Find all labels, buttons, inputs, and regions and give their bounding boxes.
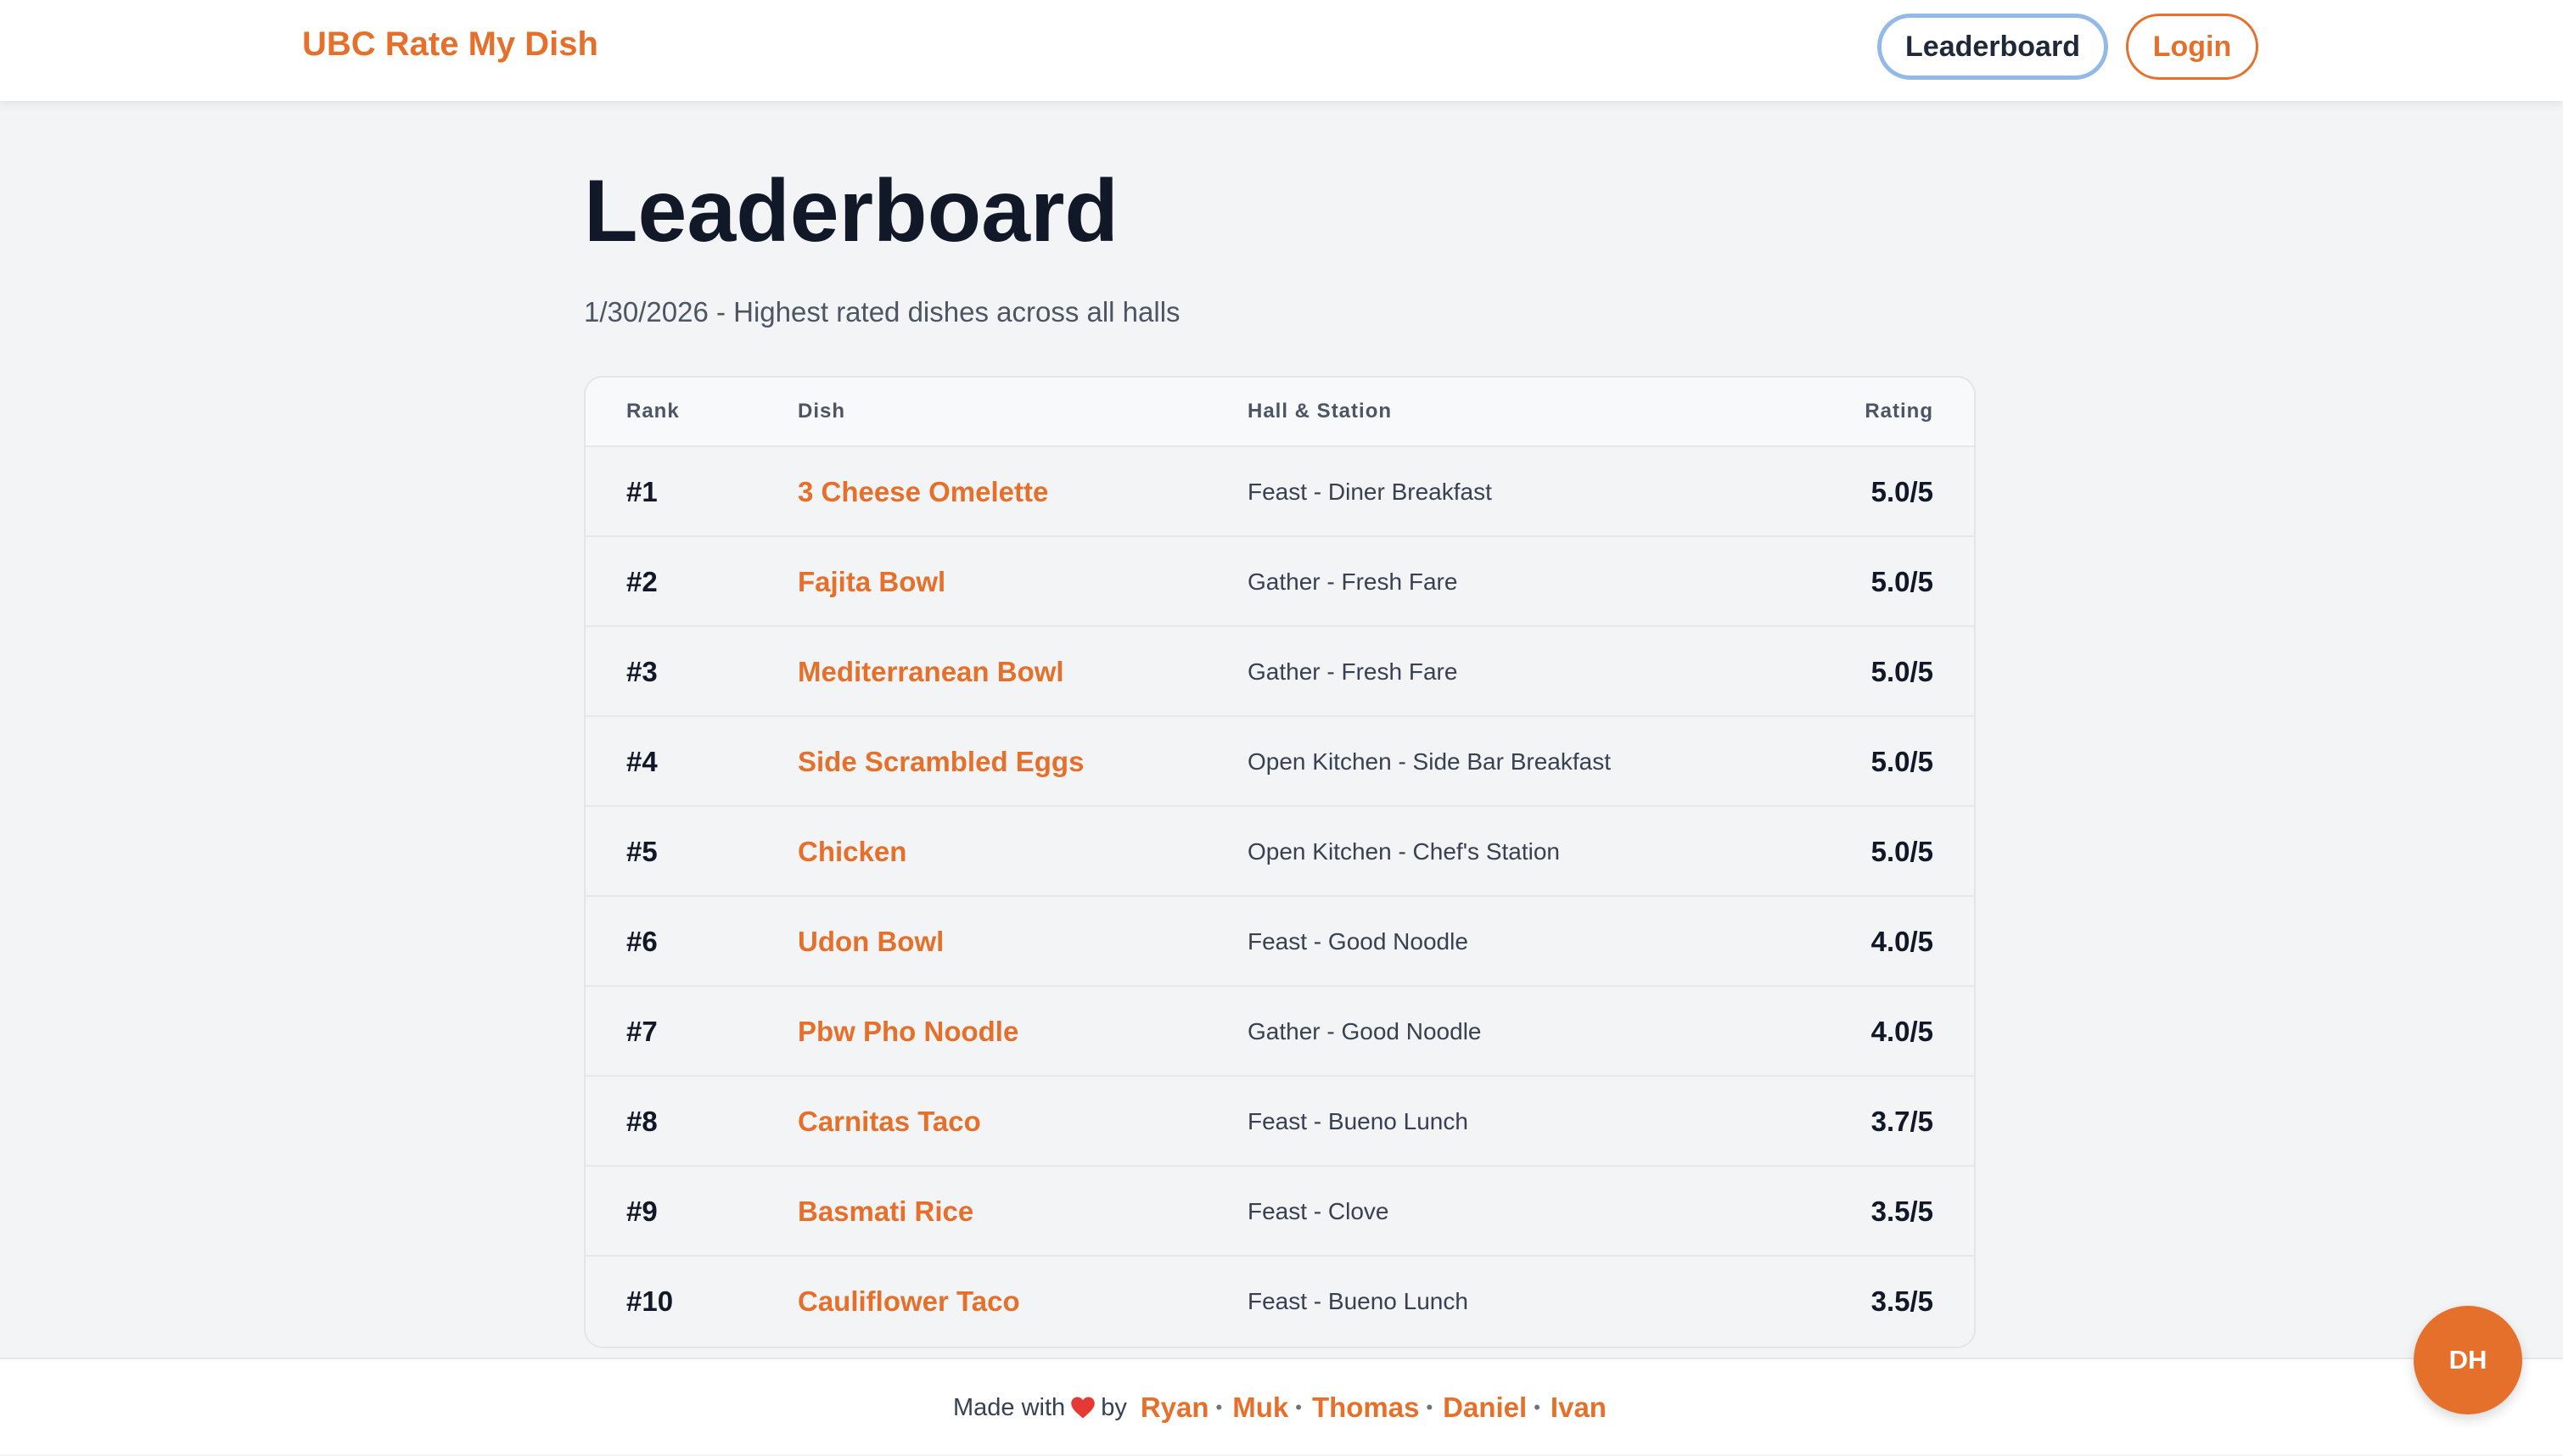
navbar: UBC Rate My Dish Leaderboard Login (0, 0, 2563, 101)
rank-cell: #7 (626, 1016, 658, 1047)
table-row[interactable]: #8 Carnitas Taco Feast - Bueno Lunch 3.7… (586, 1077, 1974, 1167)
rating-cell: 5.0/5 (1870, 656, 1933, 687)
rank-cell: #3 (626, 656, 658, 687)
hall-station-cell: Gather - Fresh Fare (1248, 568, 1458, 595)
hall-station-cell: Open Kitchen - Side Bar Breakfast (1248, 748, 1611, 775)
rank-cell: #5 (626, 836, 658, 867)
rank-cell: #2 (626, 566, 658, 597)
rating-cell: 3.5/5 (1870, 1285, 1933, 1317)
hall-station-cell: Gather - Good Noodle (1248, 1018, 1482, 1044)
hall-station-cell: Feast - Good Noodle (1248, 928, 1468, 955)
author-link-daniel[interactable]: Daniel (1443, 1392, 1527, 1424)
hall-station-cell: Open Kitchen - Chef's Station (1248, 838, 1560, 865)
table-row[interactable]: #1 3 Cheese Omelette Feast - Diner Break… (586, 447, 1974, 537)
by-text: by (1101, 1393, 1127, 1421)
user-avatar-button[interactable]: DH (2414, 1306, 2522, 1414)
author-link-ivan[interactable]: Ivan (1551, 1392, 1607, 1424)
table-row[interactable]: #2 Fajita Bowl Gather - Fresh Fare 5.0/5 (586, 537, 1974, 627)
hall-station-cell: Feast - Bueno Lunch (1248, 1108, 1468, 1134)
dish-link[interactable]: Fajita Bowl (798, 537, 945, 627)
rating-cell: 3.5/5 (1870, 1196, 1933, 1227)
made-with-text: Made with (953, 1393, 1066, 1421)
rank-cell: #4 (626, 746, 658, 777)
column-header-rank: Rank (626, 400, 680, 423)
nav-leaderboard-button[interactable]: Leaderboard (1877, 14, 2108, 80)
hall-station-cell: Gather - Fresh Fare (1248, 658, 1458, 685)
column-header-dish: Dish (798, 400, 846, 423)
table-row[interactable]: #9 Basmati Rice Feast - Clove 3.5/5 (586, 1167, 1974, 1257)
hall-station-cell: Feast - Clove (1248, 1198, 1389, 1224)
dish-link[interactable]: 3 Cheese Omelette (798, 447, 1048, 537)
dish-link[interactable]: Chicken (798, 807, 906, 897)
separator-dot: • (1426, 1397, 1433, 1418)
dish-link[interactable]: Pbw Pho Noodle (798, 987, 1018, 1077)
table-row[interactable]: #4 Side Scrambled Eggs Open Kitchen - Si… (586, 717, 1974, 807)
author-link-ryan[interactable]: Ryan (1141, 1392, 1209, 1424)
dish-link[interactable]: Mediterranean Bowl (798, 627, 1064, 717)
hall-station-cell: Feast - Bueno Lunch (1248, 1288, 1468, 1314)
rating-cell: 5.0/5 (1870, 476, 1933, 507)
leaderboard-table: Rank Dish Hall & Station Rating #1 3 Che… (584, 376, 1976, 1348)
separator-dot: • (1215, 1397, 1223, 1418)
page-title: Leaderboard (584, 162, 1119, 260)
dish-link[interactable]: Basmati Rice (798, 1167, 973, 1257)
footer: Made with by Ryan • Muk • Thomas • Danie… (0, 1358, 2563, 1454)
rank-cell: #6 (626, 926, 658, 957)
author-link-muk[interactable]: Muk (1232, 1392, 1288, 1424)
rating-cell: 4.0/5 (1870, 1016, 1933, 1047)
rank-cell: #1 (626, 476, 658, 507)
dish-link[interactable]: Cauliflower Taco (798, 1257, 1020, 1347)
brand-logo-link[interactable]: UBC Rate My Dish (302, 25, 598, 64)
rating-cell: 5.0/5 (1870, 746, 1933, 777)
dish-link[interactable]: Carnitas Taco (798, 1077, 981, 1167)
table-row[interactable]: #6 Udon Bowl Feast - Good Noodle 4.0/5 (586, 897, 1974, 987)
rating-cell: 5.0/5 (1870, 836, 1933, 867)
hall-station-cell: Feast - Diner Breakfast (1248, 479, 1492, 505)
separator-dot: • (1534, 1397, 1540, 1418)
table-row[interactable]: #7 Pbw Pho Noodle Gather - Good Noodle 4… (586, 987, 1974, 1077)
footer-credits: Made with by Ryan • Muk • Thomas • Danie… (0, 1359, 2563, 1456)
table-row[interactable]: #3 Mediterranean Bowl Gather - Fresh Far… (586, 627, 1974, 717)
rank-cell: #10 (626, 1285, 674, 1317)
nav-login-button[interactable]: Login (2126, 14, 2258, 80)
column-header-rating: Rating (1865, 400, 1933, 423)
rank-cell: #9 (626, 1196, 658, 1227)
table-header: Rank Dish Hall & Station Rating (586, 378, 1974, 447)
dish-link[interactable]: Udon Bowl (798, 897, 944, 987)
rating-cell: 4.0/5 (1870, 926, 1933, 957)
heart-icon (1071, 1397, 1095, 1419)
rating-cell: 5.0/5 (1870, 566, 1933, 597)
author-link-thomas[interactable]: Thomas (1312, 1392, 1420, 1424)
rating-cell: 3.7/5 (1870, 1106, 1933, 1137)
rank-cell: #8 (626, 1106, 658, 1137)
table-row[interactable]: #10 Cauliflower Taco Feast - Bueno Lunch… (586, 1257, 1974, 1347)
table-row[interactable]: #5 Chicken Open Kitchen - Chef's Station… (586, 807, 1974, 897)
page-subtitle: 1/30/2026 - Highest rated dishes across … (584, 296, 1181, 328)
separator-dot: • (1295, 1397, 1302, 1418)
column-header-hall-station: Hall & Station (1248, 400, 1393, 423)
dish-link[interactable]: Side Scrambled Eggs (798, 717, 1084, 807)
